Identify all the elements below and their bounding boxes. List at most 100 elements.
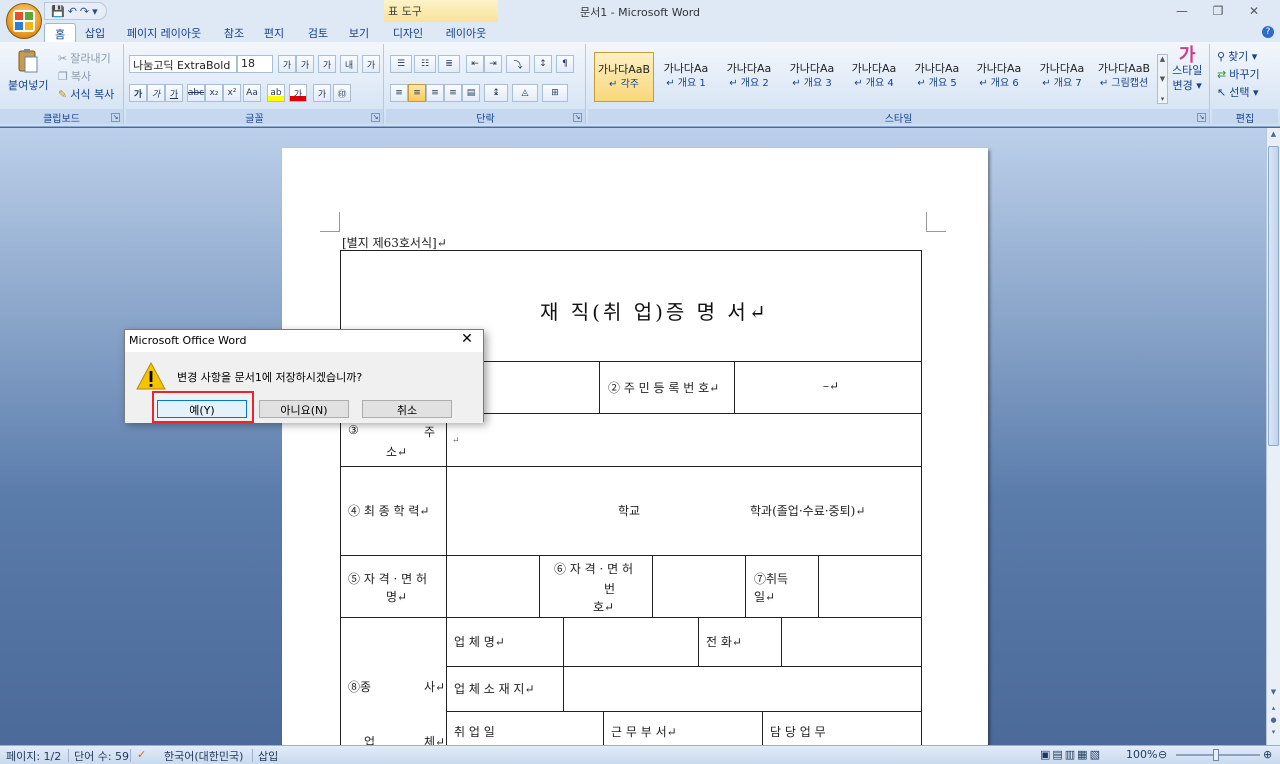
language-indicator[interactable]: 한국어(대한민국) (164, 748, 243, 764)
show-marks-icon[interactable]: ¶ (556, 55, 574, 73)
zoom-out-icon[interactable]: ⊖ (1158, 748, 1167, 761)
bullets-icon[interactable]: ☰ (390, 55, 412, 73)
style-outline-1[interactable]: 가나다Aa ↵ 개요 1 (656, 52, 716, 102)
font-color-button[interactable]: 가 (289, 84, 307, 102)
style-outline-3[interactable]: 가나다Aa ↵ 개요 3 (782, 52, 842, 102)
enclose-char-button[interactable]: ㊞ (333, 84, 351, 102)
align-right-icon[interactable]: ≡ (426, 84, 444, 102)
highlight-color-button[interactable]: ab (267, 84, 285, 102)
char-shading-button[interactable]: 가 (313, 84, 331, 102)
company-name-cell[interactable] (563, 617, 699, 667)
select-button[interactable]: ↖ 선택 ▾ (1217, 84, 1258, 100)
style-gallery-scroll[interactable]: ▲ ▼ ▾ (1157, 54, 1168, 104)
help-icon[interactable]: ? (1262, 26, 1274, 38)
tab-table-design[interactable]: 디자인 (386, 23, 430, 42)
address-value-cell[interactable] (446, 413, 922, 467)
subscript-button[interactable]: x₂ (205, 84, 223, 102)
scroll-down-icon[interactable]: ▼ (1267, 688, 1280, 700)
font-size-select[interactable]: 18 (237, 55, 273, 73)
document-page[interactable]: [별지 제63호서식]↵ 재 직(취 업)증 명 서↵ ② 주 민 등 록 번 … (282, 148, 988, 745)
license-no-value-cell[interactable] (652, 555, 746, 618)
insert-mode[interactable]: 삽입 (258, 748, 278, 764)
prev-page-icon[interactable]: ▴ (1267, 704, 1280, 716)
style-outline-4[interactable]: 가나다Aa ↵ 개요 4 (844, 52, 904, 102)
strikethrough-button[interactable]: abc (187, 84, 205, 102)
numbering-icon[interactable]: ☷ (414, 55, 436, 73)
acquired-date-cell[interactable] (818, 555, 922, 618)
no-button[interactable]: 아니요(N) (259, 400, 349, 418)
customize-toolbar-icon[interactable]: ▾ (92, 5, 98, 18)
license-name-cell[interactable] (446, 555, 540, 618)
style-outline-6[interactable]: 가나다Aa ↵ 개요 6 (969, 52, 1029, 102)
change-case-button[interactable]: Aa (243, 84, 261, 102)
replace-button[interactable]: ⇄ 바꾸기 (1217, 66, 1260, 82)
dialog-close-button[interactable]: ✕ (453, 331, 481, 351)
font-name-select[interactable]: 나눔고딕 ExtraBold (129, 55, 237, 73)
style-outline-7[interactable]: 가나다Aa ↵ 개요 7 (1032, 52, 1092, 102)
scroll-thumb[interactable] (1268, 146, 1279, 446)
tab-view[interactable]: 보기 (342, 23, 376, 42)
italic-button[interactable]: 가 (147, 84, 165, 102)
tab-review[interactable]: 검토 (300, 23, 336, 42)
shading-icon[interactable]: ◬ (512, 84, 538, 102)
multilevel-list-icon[interactable]: ≣ (438, 55, 460, 73)
restore-button[interactable]: ❐ (1200, 0, 1236, 22)
scroll-up-icon[interactable]: ▲ (1267, 130, 1280, 142)
close-window-button[interactable]: ✕ (1236, 0, 1272, 22)
bold-button[interactable]: 가 (129, 84, 147, 102)
style-caption[interactable]: 가나다AaB ↵ 그림캡션 (1094, 52, 1154, 102)
office-button[interactable] (6, 3, 42, 39)
align-center-icon[interactable]: ≡ (408, 84, 426, 102)
proofing-icon[interactable]: ✓ (137, 748, 146, 761)
page-count[interactable]: 페이지: 1/2 (6, 748, 61, 764)
style-footnote[interactable]: 가나다AaB ↵ 각주 (594, 52, 654, 102)
word-count[interactable]: 단어 수: 59 (74, 748, 129, 764)
style-outline-5[interactable]: 가나다Aa ↵ 개요 5 (907, 52, 967, 102)
grow-font-button[interactable]: 가 (278, 55, 296, 73)
tab-insert[interactable]: 삽입 (80, 23, 110, 42)
align-left-icon[interactable]: ≡ (390, 84, 408, 102)
minimize-button[interactable]: — (1164, 0, 1200, 22)
styles-launcher-icon[interactable]: ↘ (1197, 113, 1206, 122)
browse-object-icon[interactable]: ● (1267, 716, 1280, 728)
paste-button[interactable]: 붙여넣기 (8, 48, 48, 93)
clipboard-launcher-icon[interactable]: ↘ (111, 113, 120, 122)
copy-button[interactable]: ❐ 복사 (58, 68, 91, 84)
zoom-in-icon[interactable]: ⊕ (1263, 748, 1272, 761)
increase-indent-icon[interactable]: ⇥ (484, 55, 502, 73)
find-button[interactable]: ⚲ 찾기 ▾ (1217, 48, 1257, 64)
borders-icon[interactable]: ⊞ (542, 84, 568, 102)
justify-icon[interactable]: ≡ (444, 84, 462, 102)
next-page-icon[interactable]: ▾ (1267, 728, 1280, 740)
vertical-scrollbar[interactable]: ▲ ▼ ▴ ● ▾ (1266, 128, 1280, 745)
superscript-button[interactable]: x² (223, 84, 241, 102)
change-styles-button[interactable]: 가 스타일 변경 ▾ (1172, 47, 1202, 92)
undo-icon[interactable]: ↶ (68, 5, 77, 18)
style-outline-2[interactable]: 가나다Aa ↵ 개요 2 (719, 52, 779, 102)
tab-home[interactable]: 홈 (44, 23, 76, 42)
line-spacing-icon[interactable]: ↨ (484, 84, 508, 102)
distributed-icon[interactable]: ▤ (462, 84, 480, 102)
tab-references[interactable]: 참조 (218, 23, 250, 42)
zoom-level[interactable]: 100% (1126, 748, 1157, 761)
tab-page-layout[interactable]: 페이지 레이아웃 (120, 23, 208, 42)
underline-button[interactable]: 가 (165, 84, 183, 102)
company-address-cell[interactable] (563, 666, 922, 712)
zoom-slider-thumb[interactable] (1213, 749, 1219, 761)
sort-icon[interactable]: ↕ (534, 55, 552, 73)
clear-format-button[interactable]: 가 (318, 55, 336, 73)
tab-mailings[interactable]: 편지 (258, 23, 290, 42)
paragraph-launcher-icon[interactable]: ↘ (573, 113, 582, 122)
text-direction-icon[interactable]: ⤵ (506, 55, 530, 73)
shrink-font-button[interactable]: 가 (296, 55, 314, 73)
format-painter-button[interactable]: ✎ 서식 복사 (58, 86, 114, 102)
phone-value-cell[interactable] (781, 617, 922, 667)
tab-table-layout[interactable]: 레이아웃 (438, 23, 494, 42)
save-icon[interactable]: 💾 (51, 5, 65, 18)
font-launcher-icon[interactable]: ↘ (371, 113, 380, 122)
phonetic-guide-button[interactable]: 내 (340, 55, 358, 73)
cut-button[interactable]: ✂ 잘라내기 (58, 50, 111, 66)
char-border-button[interactable]: 가 (362, 55, 380, 73)
decrease-indent-icon[interactable]: ⇤ (466, 55, 484, 73)
redo-icon[interactable]: ↷ (80, 5, 89, 18)
